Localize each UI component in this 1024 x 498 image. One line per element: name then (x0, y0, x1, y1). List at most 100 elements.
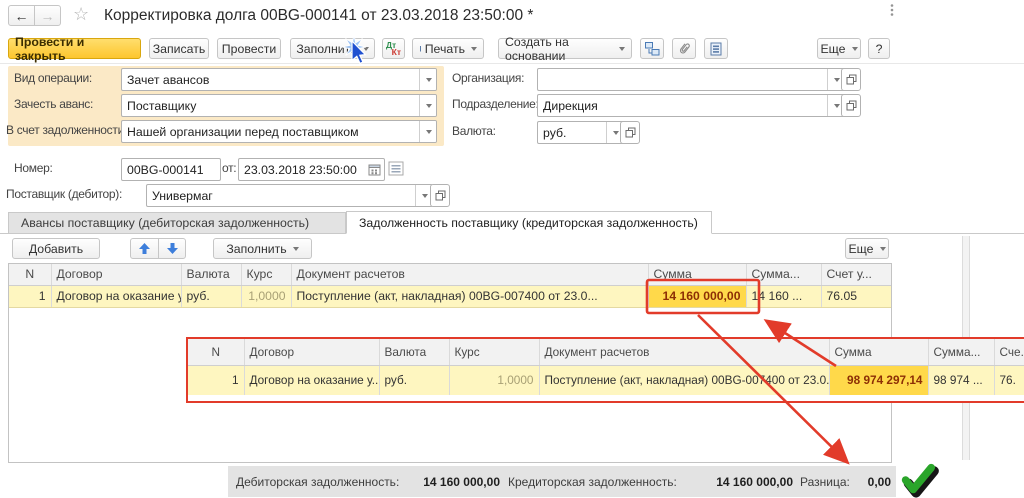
currency-open-button[interactable] (620, 121, 640, 144)
tab-debt-label: Задолженность поставщику (кредиторская з… (359, 216, 698, 230)
organization-input[interactable] (537, 68, 845, 91)
report-button[interactable] (704, 38, 728, 59)
table-row[interactable]: 1 Договор на оказание у... руб. 1,0000 П… (9, 285, 891, 307)
post-and-close-button[interactable]: Провести и закрыть (8, 38, 141, 59)
debt-select[interactable]: Нашей организации перед поставщиком (121, 120, 437, 143)
cell-doc[interactable]: Поступление (акт, накладная) 00BG-007400… (291, 285, 648, 307)
cell-currency[interactable]: руб. (181, 285, 241, 307)
chevron-down-icon (613, 131, 619, 135)
inset-cell-doc: Поступление (акт, накладная) 00BG-007400… (539, 365, 829, 395)
forward-button[interactable]: → (34, 5, 61, 26)
credit-total-value: 14 160 000,00 (678, 475, 793, 489)
fill-label: Заполнить (296, 42, 356, 56)
save-button[interactable]: Записать (149, 38, 209, 59)
annotation-inset-table: N Договор Валюта Курс Документ расчетов … (186, 337, 1024, 403)
number-input[interactable]: 00BG-000141 (121, 158, 221, 181)
supplier-input[interactable]: Универмаг (146, 184, 433, 207)
move-up-button[interactable] (130, 238, 159, 259)
currency-label: Валюта: (452, 121, 496, 141)
dropdown-button[interactable] (419, 95, 436, 116)
chevron-down-icon (363, 47, 369, 51)
open-icon (846, 74, 857, 85)
cell-contract[interactable]: Договор на оказание у... (51, 285, 181, 307)
column-header-rate[interactable]: Курс (241, 264, 291, 285)
calendar-icon[interactable] (368, 163, 381, 176)
tab-debt[interactable]: Задолженность поставщику (кредиторская з… (346, 211, 712, 234)
arrow-down-icon (166, 242, 179, 255)
organization-open-button[interactable] (841, 68, 861, 91)
division-input[interactable]: Дирекция (537, 94, 845, 117)
division-label: Подразделение: (452, 94, 539, 114)
related-documents-button[interactable] (640, 38, 664, 59)
inset-header-currency: Валюта (379, 339, 449, 365)
open-icon (435, 190, 446, 201)
operation-type-label: Вид операции: (14, 68, 92, 88)
attachments-button[interactable] (672, 38, 696, 59)
inset-cell-n: 1 (188, 365, 244, 395)
operation-type-value: Зачет авансов (127, 73, 209, 87)
debit-credit-icon: Дт Кт (383, 39, 404, 58)
debt-label: В счет задолженности: (6, 120, 127, 140)
add-row-button[interactable]: Добавить (12, 238, 100, 259)
print-menu-button[interactable]: Печать (412, 38, 484, 59)
currency-input[interactable]: руб. (537, 121, 624, 144)
dropdown-button[interactable] (419, 121, 436, 142)
date-input[interactable]: 23.03.2018 23:50:00 (238, 158, 385, 181)
chevron-down-icon (880, 247, 886, 251)
chevron-down-icon (834, 78, 840, 82)
debt-value: Нашей организации перед поставщиком (127, 125, 359, 139)
column-header-doc[interactable]: Документ расчетов (291, 264, 648, 285)
operation-type-select[interactable]: Зачет авансов (121, 68, 437, 91)
favorite-star-icon[interactable]: ☆ (73, 4, 89, 25)
inset-header-row: N Договор Валюта Курс Документ расчетов … (188, 339, 1024, 365)
advance-select[interactable]: Поставщику (121, 94, 437, 117)
table-more-button[interactable]: Еще (845, 238, 889, 259)
tab-advances-label: Авансы поставщику (дебиторская задолженн… (21, 216, 309, 230)
supplier-open-button[interactable] (430, 184, 450, 207)
debit-credit-button[interactable]: Дт Кт (382, 38, 405, 59)
table-fill-menu-button[interactable]: Заполнить (213, 238, 312, 259)
move-down-button[interactable] (158, 238, 186, 259)
back-arrow-icon: ← (15, 8, 29, 24)
difference-value: 0,00 (788, 475, 891, 489)
back-button[interactable]: ← (8, 5, 35, 26)
chevron-down-icon (471, 47, 477, 51)
supplier-label: Поставщик (дебитор): (6, 184, 122, 204)
arrow-up-icon (138, 242, 151, 255)
dropdown-button[interactable] (419, 69, 436, 90)
window-options-icon[interactable] (889, 3, 895, 17)
column-header-contract[interactable]: Договор (51, 264, 181, 285)
column-header-sum2[interactable]: Сумма... (746, 264, 821, 285)
post-button[interactable]: Провести (217, 38, 281, 59)
number-value: 00BG-000141 (127, 163, 204, 177)
chevron-down-icon (619, 47, 625, 51)
debit-total-value: 14 160 000,00 (390, 475, 500, 489)
post-label: Провести (222, 42, 276, 56)
division-open-button[interactable] (841, 94, 861, 117)
fill-menu-button[interactable]: Заполнить (290, 38, 375, 59)
inset-header-doc: Документ расчетов (539, 339, 829, 365)
toolbar-more-button[interactable]: Еще (817, 38, 861, 59)
open-icon (625, 127, 636, 138)
date-prefix-label: от: (222, 158, 236, 178)
printer-icon (419, 42, 421, 55)
cell-rate[interactable]: 1,0000 (241, 285, 291, 307)
totals-bar: Дебиторская задолженность: 14 160 000,00… (228, 466, 896, 497)
page-title: Корректировка долга 00BG-000141 от 23.03… (104, 7, 533, 25)
currency-value: руб. (543, 126, 566, 140)
column-header-account[interactable]: Счет у... (821, 264, 891, 285)
create-based-on-button[interactable]: Создать на основании (498, 38, 632, 59)
help-button[interactable]: ? (868, 38, 890, 59)
list-settings-icon[interactable] (388, 161, 404, 176)
column-header-sum[interactable]: Сумма (648, 264, 746, 285)
cell-account[interactable]: 76.05 (821, 285, 891, 307)
column-header-currency[interactable]: Валюта (181, 264, 241, 285)
cell-sum-selected[interactable]: 14 160 000,00 (648, 285, 746, 307)
column-header-n[interactable]: N (9, 264, 51, 285)
cell-n[interactable]: 1 (9, 285, 51, 307)
tab-advances[interactable]: Авансы поставщику (дебиторская задолженн… (8, 212, 346, 234)
cell-sum2[interactable]: 14 160 ... (746, 285, 821, 307)
inset-row: 1 Договор на оказание у... руб. 1,0000 П… (188, 365, 1024, 395)
chevron-down-icon (852, 47, 858, 51)
related-documents-icon (644, 41, 660, 56)
